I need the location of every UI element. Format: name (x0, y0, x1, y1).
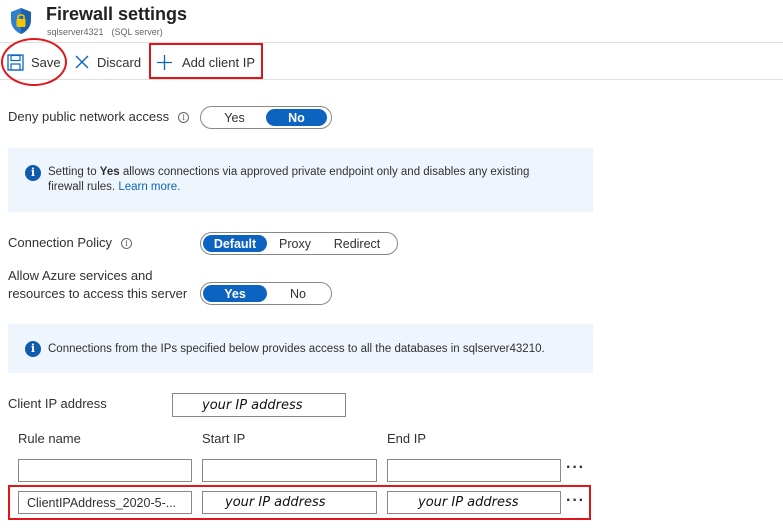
start-ip-input[interactable]: your IP address (202, 491, 377, 514)
end-ip-input[interactable] (387, 459, 561, 482)
client-ip-label: Client IP address (8, 396, 107, 411)
connection-policy-default[interactable]: Default (203, 235, 267, 252)
connection-policy-toggle: Default Proxy Redirect (200, 232, 398, 255)
ip-info-text: Connections from the IPs specified below… (48, 343, 545, 355)
deny-public-no[interactable]: No (266, 109, 327, 126)
plus-icon (157, 54, 172, 70)
more-options-icon[interactable]: ··· (566, 493, 585, 509)
save-icon (7, 53, 24, 71)
page-title: Firewall settings (46, 4, 188, 24)
column-header-start-ip: Start IP (202, 431, 246, 446)
page-header: Firewall settings sqlserver4321 (SQL serv… (0, 0, 783, 42)
add-client-ip-button[interactable]: Add client IP (156, 43, 255, 81)
allow-azure-yes[interactable]: Yes (203, 285, 267, 302)
deny-public-info-box: i Setting to Yes allows connections via … (8, 148, 593, 212)
more-options-icon[interactable]: ··· (566, 460, 585, 476)
end-ip-input[interactable]: your IP address (387, 491, 561, 514)
info-icon[interactable]: i (178, 112, 190, 123)
info-icon[interactable]: i (121, 238, 133, 249)
discard-button[interactable]: Discard (74, 43, 141, 81)
allow-azure-toggle: Yes No (200, 282, 332, 305)
server-type: (SQL server) (111, 27, 163, 37)
connection-policy-label-text: Connection Policy (8, 235, 113, 250)
deny-public-label-text: Deny public network access (8, 109, 170, 124)
connection-policy-label: Connection Policy i (8, 235, 133, 250)
close-icon (75, 55, 89, 69)
server-subtitle: sqlserver4321 (SQL server) (47, 27, 163, 37)
deny-public-info-text: Setting to Yes allows connections via ap… (48, 166, 530, 193)
deny-public-yes[interactable]: Yes (203, 109, 266, 126)
add-client-ip-label: Add client IP (182, 54, 255, 70)
connection-policy-redirect[interactable]: Redirect (323, 235, 391, 252)
ip-info-box: i Connections from the IPs specified bel… (8, 324, 593, 373)
server-name: sqlserver4321 (47, 27, 104, 37)
deny-public-toggle: Yes No (200, 106, 332, 129)
learn-more-link[interactable]: Learn more. (118, 181, 180, 193)
discard-label: Discard (97, 54, 142, 70)
shield-lock-icon (11, 8, 31, 34)
save-button[interactable]: Save (7, 43, 61, 81)
allow-azure-no[interactable]: No (267, 285, 329, 302)
allow-azure-label: Allow Azure services and resources to ac… (8, 267, 187, 303)
info-circle-icon: i (25, 165, 41, 181)
allow-azure-label-line1: Allow Azure services and (8, 268, 153, 283)
column-header-end-ip: End IP (387, 431, 427, 446)
info-circle-icon: i (25, 341, 41, 357)
start-ip-input[interactable] (202, 459, 377, 482)
connection-policy-proxy[interactable]: Proxy (267, 235, 323, 252)
deny-public-label: Deny public network access i (8, 109, 190, 124)
rule-name-input[interactable]: ClientIPAddress_2020-5-... (18, 491, 192, 514)
command-toolbar: Save Discard Add client IP (0, 42, 783, 80)
client-ip-field[interactable]: your IP address (172, 393, 346, 417)
save-label: Save (31, 54, 61, 70)
allow-azure-label-line2: resources to access this server (8, 286, 188, 301)
rule-name-input[interactable] (18, 459, 192, 482)
column-header-rule-name: Rule name (18, 431, 81, 446)
